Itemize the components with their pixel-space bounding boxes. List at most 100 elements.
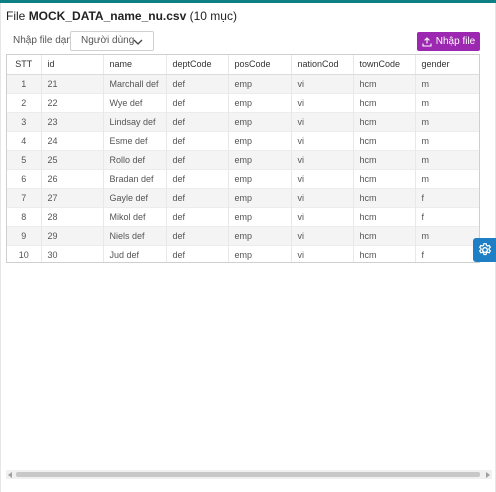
- table-cell-name: Marchall def: [103, 73, 167, 93]
- table-cell-gender: m: [415, 111, 479, 131]
- table-row[interactable]: 9 29 Niels def def emp vi hcm m: [7, 225, 479, 245]
- table-cell-id: 27: [41, 187, 104, 207]
- table-cell-name: Esme def: [103, 130, 167, 150]
- table-cell-poscode: emp: [228, 168, 292, 188]
- table-cell-nationcod: vi: [291, 187, 354, 207]
- settings-button[interactable]: [473, 238, 496, 262]
- table-cell-gender: f: [415, 244, 479, 262]
- import-type-select[interactable]: Người dùng: [70, 31, 154, 51]
- table-cell-towncode: hcm: [353, 92, 416, 112]
- table-cell-stt: 1: [7, 73, 42, 93]
- table-cell-deptcode: def: [166, 187, 229, 207]
- table-cell-towncode: hcm: [353, 130, 416, 150]
- table-cell-name: Bradan def: [103, 168, 167, 188]
- data-table[interactable]: STT id name deptCode posCode nationCod townCod…: [6, 54, 480, 263]
- table-cell-id: 28: [41, 206, 104, 226]
- table-cell-poscode: emp: [228, 187, 292, 207]
- table-cell-gender: m: [415, 225, 479, 245]
- column-header-id[interactable]: id: [41, 55, 104, 75]
- table-cell-id: 29: [41, 225, 104, 245]
- table-cell-name: Mikol def: [103, 206, 167, 226]
- table-row[interactable]: 8 28 Mikol def def emp vi hcm f: [7, 206, 479, 226]
- table-cell-nationcod: vi: [291, 92, 354, 112]
- file-count: (10 mục): [189, 9, 237, 23]
- column-header-gender[interactable]: gender: [415, 55, 479, 75]
- column-header-poscode[interactable]: posCode: [228, 55, 292, 75]
- column-header-towncode[interactable]: townCode: [353, 55, 416, 75]
- table-cell-stt: 9: [7, 225, 42, 245]
- page-title: File MOCK_DATA_name_nu.csv (10 mục): [6, 9, 237, 23]
- table-cell-gender: m: [415, 168, 479, 188]
- table-cell-nationcod: vi: [291, 244, 354, 262]
- scroll-right-arrow[interactable]: [486, 472, 490, 478]
- gear-icon: [478, 243, 491, 256]
- table-cell-stt: 7: [7, 187, 42, 207]
- table-cell-nationcod: vi: [291, 111, 354, 131]
- table-cell-stt: 5: [7, 149, 42, 169]
- column-header-deptcode[interactable]: deptCode: [166, 55, 229, 75]
- table-cell-stt: 8: [7, 206, 42, 226]
- table-cell-gender: m: [415, 92, 479, 112]
- table-cell-towncode: hcm: [353, 244, 416, 262]
- table-cell-poscode: emp: [228, 73, 292, 93]
- horizontal-scrollbar[interactable]: [6, 470, 492, 479]
- table-row[interactable]: 7 27 Gayle def def emp vi hcm f: [7, 187, 479, 207]
- table-cell-deptcode: def: [166, 130, 229, 150]
- file-name: MOCK_DATA_name_nu.csv: [28, 9, 187, 23]
- table-cell-id: 21: [41, 73, 104, 93]
- column-header-nationcod[interactable]: nationCod: [291, 55, 354, 75]
- table-cell-name: Lindsay def: [103, 111, 167, 131]
- table-cell-nationcod: vi: [291, 168, 354, 188]
- chevron-down-icon: [133, 39, 143, 45]
- table-cell-name: Rollo def: [103, 149, 167, 169]
- table-row[interactable]: 5 25 Rollo def def emp vi hcm m: [7, 149, 479, 169]
- table-cell-gender: m: [415, 73, 479, 93]
- table-cell-gender: f: [415, 206, 479, 226]
- table-cell-name: Gayle def: [103, 187, 167, 207]
- scroll-left-arrow[interactable]: [8, 472, 12, 478]
- table-row[interactable]: 6 26 Bradan def def emp vi hcm m: [7, 168, 479, 188]
- table-cell-name: Wye def: [103, 92, 167, 112]
- table-cell-poscode: emp: [228, 130, 292, 150]
- table-row[interactable]: 2 22 Wye def def emp vi hcm m: [7, 92, 479, 112]
- table-row[interactable]: 1 21 Marchall def def emp vi hcm m: [7, 73, 479, 93]
- table-cell-poscode: emp: [228, 225, 292, 245]
- table-cell-towncode: hcm: [353, 73, 416, 93]
- table-cell-towncode: hcm: [353, 168, 416, 188]
- table-cell-id: 30: [41, 244, 104, 262]
- table-cell-stt: 4: [7, 130, 42, 150]
- table-cell-nationcod: vi: [291, 225, 354, 245]
- scrollbar-thumb[interactable]: [16, 472, 480, 477]
- table-cell-poscode: emp: [228, 92, 292, 112]
- column-header-name[interactable]: name: [103, 55, 167, 75]
- table-cell-poscode: emp: [228, 244, 292, 262]
- title-prefix: File: [6, 9, 26, 23]
- table-row[interactable]: 3 23 Lindsay def def emp vi hcm m: [7, 111, 479, 131]
- table-cell-deptcode: def: [166, 92, 229, 112]
- table-cell-stt: 2: [7, 92, 42, 112]
- table-cell-towncode: hcm: [353, 187, 416, 207]
- table-cell-deptcode: def: [166, 244, 229, 262]
- table-cell-nationcod: vi: [291, 130, 354, 150]
- table-cell-deptcode: def: [166, 168, 229, 188]
- table-cell-gender: f: [415, 187, 479, 207]
- import-file-button[interactable]: Nhập file: [417, 32, 480, 51]
- column-header-stt[interactable]: STT: [7, 55, 42, 75]
- table-cell-deptcode: def: [166, 111, 229, 131]
- table-cell-towncode: hcm: [353, 149, 416, 169]
- table-header-row: STT id name deptCode posCode nationCod townCod…: [7, 55, 479, 75]
- table-row[interactable]: 10 30 Jud def def emp vi hcm f: [7, 244, 479, 262]
- table-cell-nationcod: vi: [291, 206, 354, 226]
- table-row[interactable]: 4 24 Esme def def emp vi hcm m: [7, 130, 479, 150]
- table-cell-gender: m: [415, 149, 479, 169]
- table-cell-deptcode: def: [166, 206, 229, 226]
- table-cell-poscode: emp: [228, 111, 292, 131]
- table-cell-deptcode: def: [166, 73, 229, 93]
- table-cell-deptcode: def: [166, 225, 229, 245]
- table-cell-gender: m: [415, 130, 479, 150]
- import-type-label: Nhập file dạng: [13, 35, 78, 46]
- import-type-value: Người dùng: [81, 35, 135, 46]
- table-cell-id: 22: [41, 92, 104, 112]
- table-cell-name: Jud def: [103, 244, 167, 262]
- table-cell-towncode: hcm: [353, 206, 416, 226]
